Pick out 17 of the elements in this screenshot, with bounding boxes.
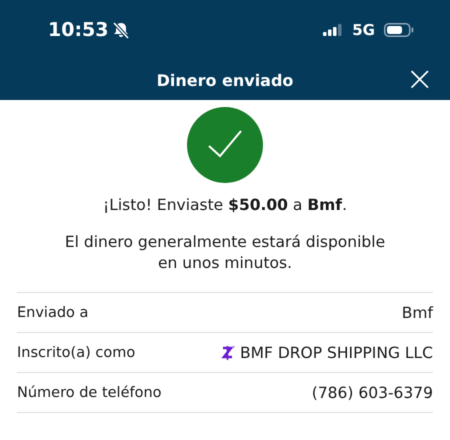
close-button[interactable]: × (402, 62, 438, 96)
detail-label: Inscrito(a) como (17, 344, 136, 360)
signal-icon (323, 24, 344, 36)
detail-label: Número de teléfono (17, 384, 162, 400)
zelle-icon (221, 344, 235, 360)
detail-value: BMF DROP SHIPPING LLC (240, 344, 433, 362)
muted-bell-icon (112, 21, 130, 39)
detail-value: Bmf (402, 304, 433, 322)
confirmation-message: ¡Listo! Enviaste $50.00 a Bmf. (102, 195, 348, 216)
battery-icon (384, 23, 414, 37)
screen-title: Dinero enviado (156, 70, 294, 90)
network-type: 5G (352, 21, 375, 39)
availability-note: El dinero generalmente estará disponible en unos minutos. (64, 232, 386, 274)
detail-value: (786) 603-6379 (312, 384, 433, 402)
detail-label: Enviado a (17, 304, 88, 320)
success-check-icon (187, 107, 263, 183)
status-time: 10:53 (48, 19, 108, 41)
